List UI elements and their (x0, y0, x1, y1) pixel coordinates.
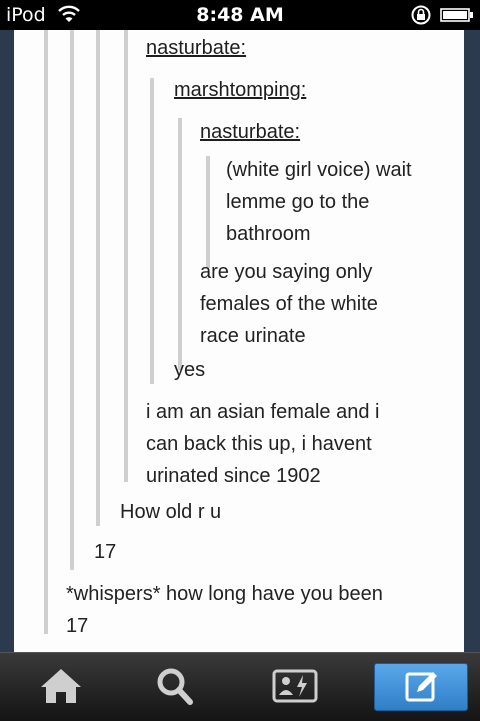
tab-bar (0, 652, 480, 721)
tab-activity[interactable] (270, 663, 320, 709)
tab-compose[interactable] (374, 663, 468, 711)
reply-text-5: How old r u (120, 496, 221, 528)
tab-home[interactable] (36, 663, 86, 709)
reply-line: 17 (94, 541, 117, 563)
reply-text-6: 17 (94, 536, 116, 568)
reply-text-3: yes (174, 354, 205, 386)
reply-line: How old r u (120, 501, 222, 523)
reply-line: race urinate (200, 325, 306, 347)
status-bar: iPod 8:48 AM (0, 0, 480, 30)
quote-line-4 (124, 30, 128, 482)
quote-line-7 (206, 156, 210, 268)
quote-line-3 (96, 30, 100, 526)
reply-line: can back this up, i havent (146, 433, 372, 455)
reply-text-2: are you saying only females of the white… (200, 256, 378, 352)
reply-line: 17 (66, 615, 89, 637)
rotation-lock-icon (411, 5, 431, 25)
quote-line-2 (70, 30, 74, 570)
tab-search[interactable] (150, 663, 200, 709)
reply-line: *whispers* how long have you been (66, 583, 383, 605)
home-icon (41, 669, 81, 703)
quote-line-6 (178, 118, 182, 370)
reply-line: females of the white (200, 293, 378, 315)
quote-line-1 (44, 30, 48, 634)
clock: 8:48 AM (196, 4, 284, 26)
reply-line: are you saying only (200, 261, 373, 283)
compose-icon (405, 672, 437, 702)
reply-text-7: *whispers* how long have you been 17 (66, 578, 383, 642)
activity-icon (272, 669, 318, 703)
reply-line: i am an asian female and i (146, 401, 380, 423)
search-icon (157, 668, 193, 705)
reply-line: urinated since 1902 (146, 465, 321, 487)
battery-icon (440, 8, 473, 22)
reply-text-1: (white girl voice) wait lemme go to the … (226, 154, 412, 250)
username-link-3[interactable]: nasturbate: (200, 116, 300, 148)
reply-line: lemme go to the (226, 191, 370, 213)
reply-line: (white girl voice) wait (226, 159, 412, 181)
reply-line: yes (174, 359, 206, 381)
username-link-2[interactable]: marshtomping: (174, 74, 306, 106)
quote-line-5 (150, 78, 154, 384)
post-content: nasturbate: marshtomping: nasturbate: (w… (14, 30, 464, 652)
reply-text-4: i am an asian female and i can back this… (146, 396, 379, 492)
username-link-1[interactable]: nasturbate: (146, 32, 246, 64)
reply-line: bathroom (226, 223, 311, 245)
